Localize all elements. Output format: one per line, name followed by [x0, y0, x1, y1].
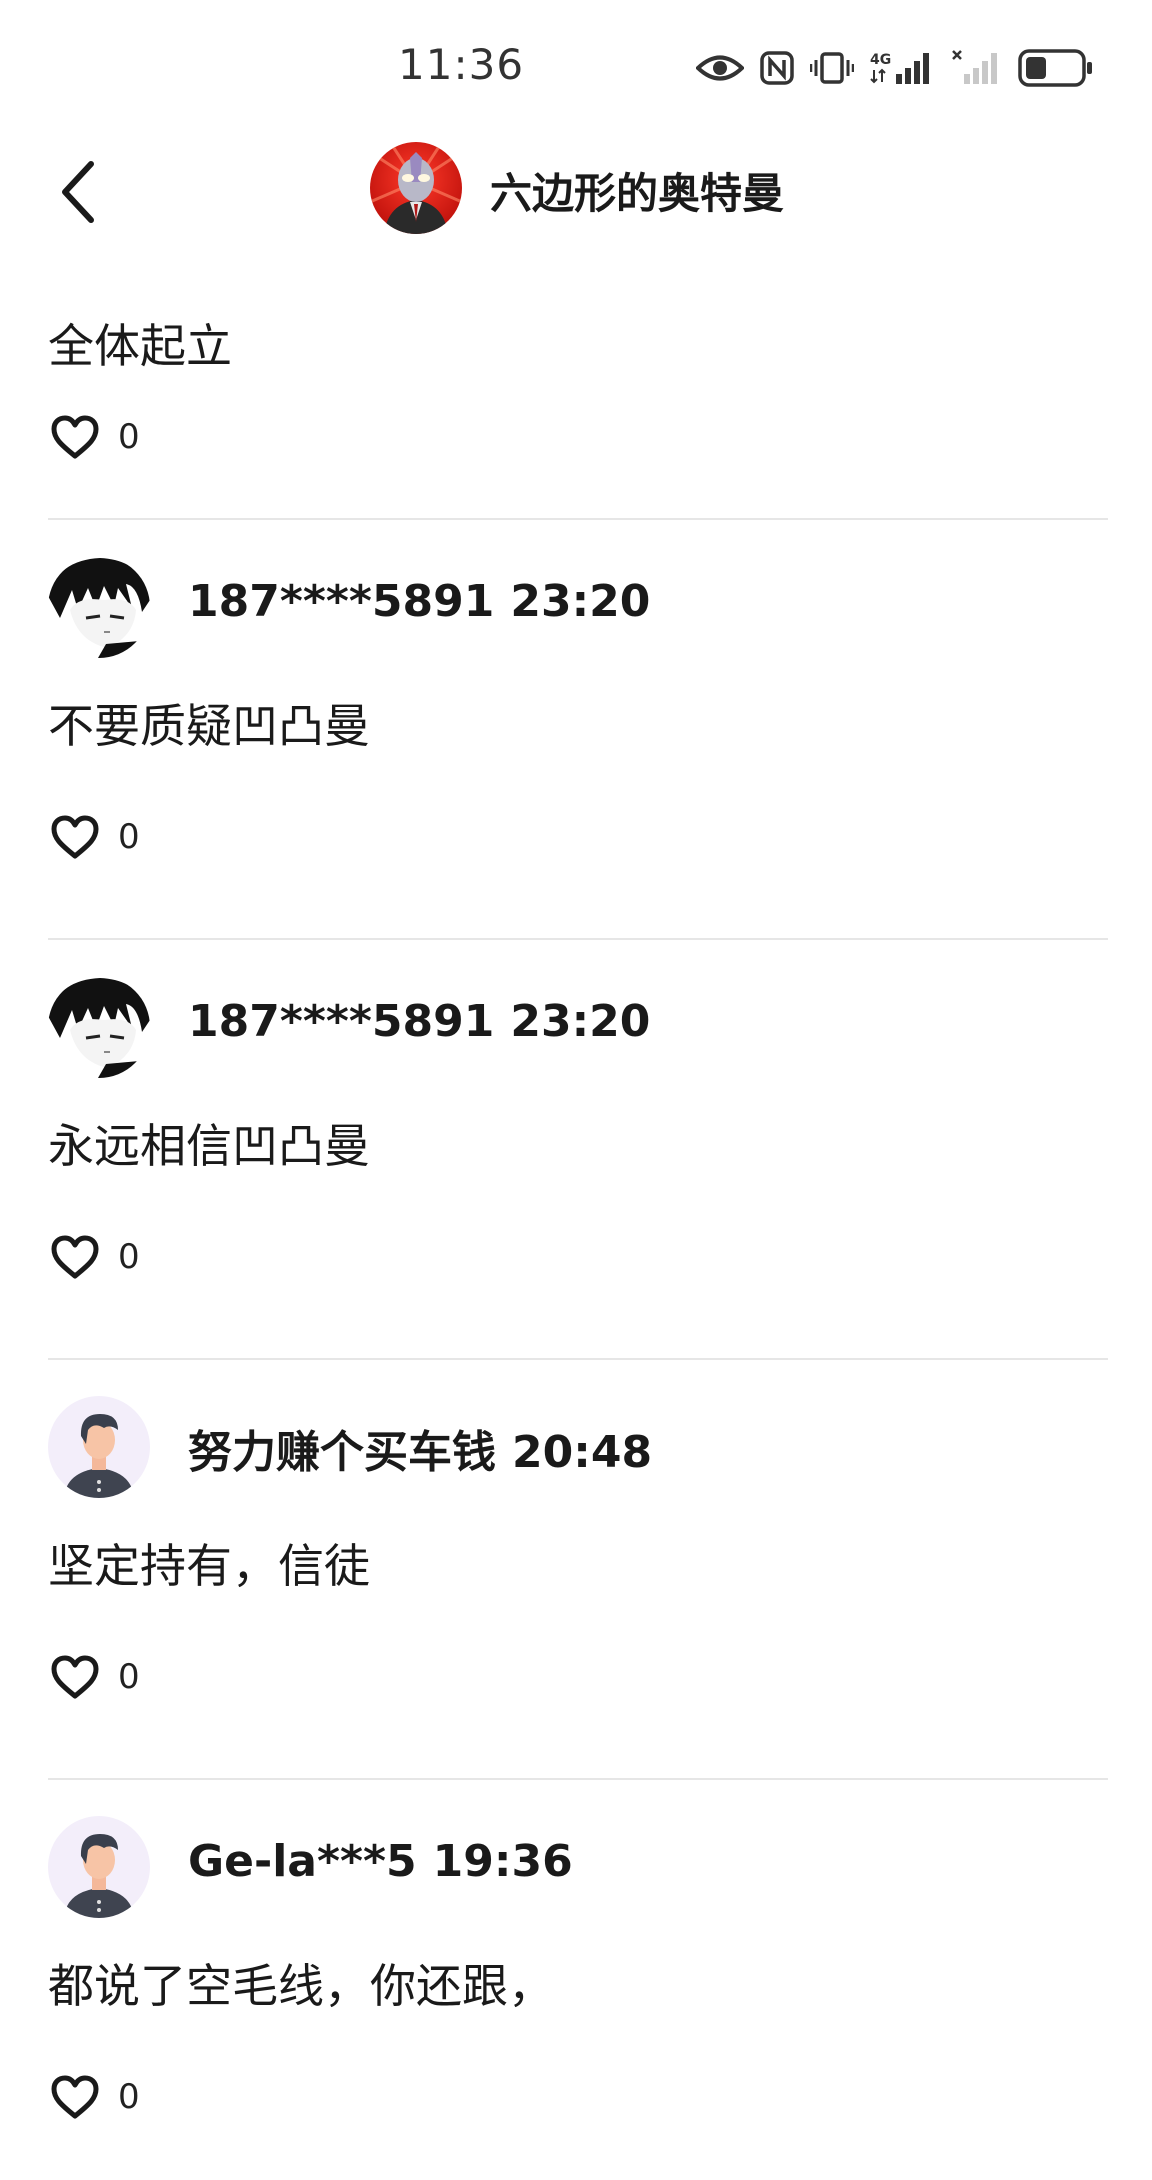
heart-icon	[51, 2075, 99, 2119]
network-type-label: 4G	[870, 52, 891, 68]
like-button[interactable]: 0	[50, 1654, 140, 1700]
heart-icon	[51, 815, 99, 859]
comment-item: 全体起立 0	[0, 270, 1152, 520]
page-title: 六边形的奥特曼	[490, 169, 785, 218]
comment-user-row[interactable]: 187****5891 23:20	[48, 976, 1108, 1086]
like-button[interactable]: 0	[50, 414, 140, 460]
battery-icon	[1018, 49, 1092, 87]
like-button[interactable]: 0	[50, 2074, 140, 2120]
username: Ge-la***5	[188, 1836, 417, 1887]
comment-user-row[interactable]: Ge-la***5 19:36	[48, 1816, 1108, 1926]
comment-meta: 努力赚个买车钱 20:48	[188, 1416, 652, 1480]
like-button[interactable]: 0	[50, 814, 140, 860]
status-bar: 11:36 4G	[0, 0, 1152, 130]
avatar[interactable]	[48, 976, 150, 1078]
status-icons: 4G	[696, 44, 1094, 92]
ultraman-avatar-icon	[370, 142, 462, 234]
username: 187****5891	[188, 996, 495, 1047]
like-button[interactable]: 0	[50, 1234, 140, 1280]
comment-item: 努力赚个买车钱 20:48 坚定持有，信徒 0	[0, 1360, 1152, 1780]
comment-text: 全体起立	[48, 319, 232, 373]
like-count: 0	[118, 2077, 140, 2117]
username: 187****5891	[188, 576, 495, 627]
comment-time: 20:48	[512, 1427, 653, 1478]
comment-item: 187****5891 23:20 永远相信凹凸曼 0	[0, 940, 1152, 1360]
comment-text: 不要质疑凹凸曼	[48, 699, 370, 753]
nfc-icon	[760, 51, 794, 85]
like-count: 0	[118, 417, 140, 457]
signal-no-service-icon	[952, 50, 997, 84]
heart-icon	[51, 1235, 99, 1279]
comment-time: 19:36	[432, 1836, 573, 1887]
header: 六边形的奥特曼	[0, 130, 1152, 250]
comment-meta: 187****5891 23:20	[188, 996, 650, 1047]
comment-meta: 187****5891 23:20	[188, 576, 650, 627]
comment-meta: Ge-la***5 19:36	[188, 1836, 573, 1887]
comment-list: 全体起立 0 187****5891 23:20 不要质疑凹凸曼 0 187**…	[0, 270, 1152, 2180]
comment-item: 187****5891 23:20 不要质疑凹凸曼 0	[0, 520, 1152, 940]
comment-text: 永远相信凹凸曼	[48, 1119, 370, 1173]
like-count: 0	[118, 1657, 140, 1697]
comment-time: 23:20	[510, 996, 651, 1047]
comment-text: 坚定持有，信徒	[48, 1539, 370, 1593]
comment-item: Ge-la***5 19:36 都说了空毛线，你还跟， 0	[0, 1780, 1152, 2180]
avatar[interactable]	[48, 556, 150, 658]
comment-text: 都说了空毛线，你还跟，	[48, 1959, 554, 2013]
heart-icon	[51, 1655, 99, 1699]
comment-user-row[interactable]: 187****5891 23:20	[48, 556, 1108, 666]
like-count: 0	[118, 817, 140, 857]
signal-4g-icon: 4G	[870, 52, 929, 84]
like-count: 0	[118, 1237, 140, 1277]
chevron-left-icon	[62, 161, 94, 223]
avatar[interactable]	[48, 1816, 150, 1918]
avatar[interactable]	[48, 1396, 150, 1498]
heart-icon	[51, 415, 99, 459]
eye-icon	[696, 55, 744, 81]
status-time: 11:36	[398, 40, 525, 89]
back-button[interactable]	[42, 152, 112, 232]
username: 努力赚个买车钱	[188, 1427, 496, 1478]
vibrate-icon	[810, 52, 854, 84]
anime-avatar-icon	[48, 556, 150, 658]
default-avatar-icon	[48, 1816, 150, 1918]
header-avatar[interactable]	[370, 142, 462, 234]
comment-user-row[interactable]: 努力赚个买车钱 20:48	[48, 1396, 1108, 1506]
comment-time: 23:20	[510, 576, 651, 627]
default-avatar-icon	[48, 1396, 150, 1498]
anime-avatar-icon	[48, 976, 150, 1078]
